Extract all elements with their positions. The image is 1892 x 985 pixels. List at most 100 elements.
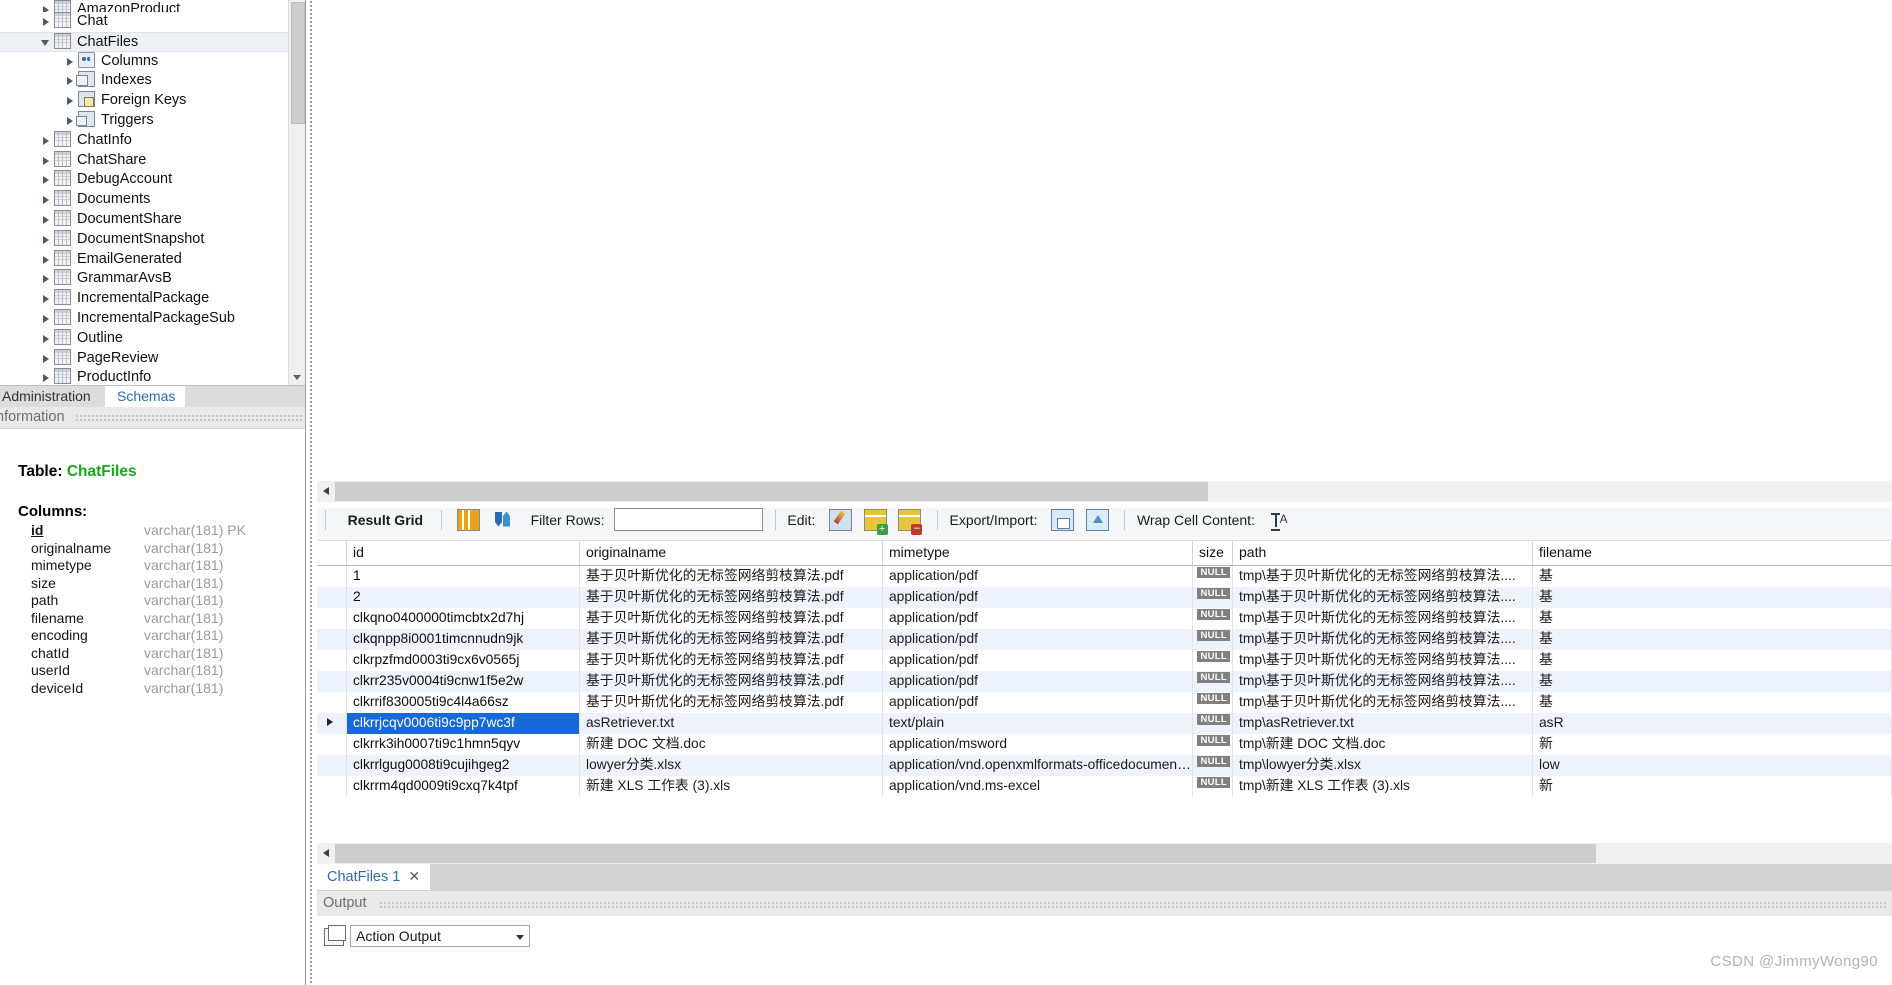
filter-rows-input[interactable] <box>614 508 764 531</box>
chevron-right-icon[interactable] <box>64 91 78 110</box>
cell-mimetype[interactable]: application/pdf <box>883 608 1193 629</box>
table-row[interactable]: clkrr235v0004ti9cnw1f5e2w 基于贝叶斯优化的无标签网络剪枝… <box>317 671 1892 692</box>
tree-item-columns[interactable]: Columns <box>0 51 305 72</box>
chevron-right-icon[interactable] <box>40 309 54 328</box>
cell-id[interactable]: clkqnpp8i0001timcnnudn9jk <box>347 629 580 650</box>
cell-originalname[interactable]: 新建 XLS 工作表 (3).xls <box>580 776 883 797</box>
tree-item-chatshare[interactable]: ChatShare <box>0 150 305 171</box>
row-marker-cell[interactable] <box>317 587 347 608</box>
cell-mimetype[interactable]: application/vnd.ms-excel <box>883 776 1193 797</box>
cell-id[interactable]: clkrr235v0004ti9cnw1f5e2w <box>347 671 580 692</box>
tree-vertical-scrollbar[interactable] <box>288 0 305 385</box>
cell-size[interactable]: NULL <box>1193 776 1233 797</box>
table-row[interactable]: 2 基于贝叶斯优化的无标签网络剪枝算法.pdf application/pdf NUL… <box>317 587 1892 608</box>
chevron-right-icon[interactable] <box>40 329 54 348</box>
delete-row-icon[interactable] <box>898 508 923 535</box>
tree-item-outline[interactable]: Outline <box>0 328 305 349</box>
table-row[interactable]: clkrrk3ih0007ti9c1hmn5qyv 新建 DOC 文档.doc ap… <box>317 734 1892 755</box>
cell-mimetype[interactable]: application/vnd.openxmlformats-officedoc… <box>883 755 1193 776</box>
tree-item-documentshare[interactable]: DocumentShare <box>0 209 305 230</box>
grid-horizontal-scrollbar[interactable] <box>317 843 1892 864</box>
tree-item-emailgenerated[interactable]: EmailGenerated <box>0 249 305 270</box>
table-row[interactable]: clkqnpp8i0001timcnnudn9jk 基于贝叶斯优化的无标签网络剪枝… <box>317 629 1892 650</box>
cell-filename[interactable]: 基 <box>1533 671 1892 692</box>
row-marker-cell[interactable] <box>317 755 347 776</box>
chevron-right-icon[interactable] <box>40 131 54 150</box>
chevron-right-icon[interactable] <box>40 368 54 385</box>
cell-originalname[interactable]: 基于贝叶斯优化的无标签网络剪枝算法.pdf <box>580 587 883 608</box>
cell-originalname[interactable]: 基于贝叶斯优化的无标签网络剪枝算法.pdf <box>580 671 883 692</box>
row-marker-cell[interactable] <box>317 671 347 692</box>
row-marker-cell[interactable] <box>317 650 347 671</box>
chevron-right-icon[interactable] <box>40 170 54 189</box>
cell-mimetype[interactable]: application/pdf <box>883 566 1193 587</box>
cell-id[interactable]: 1 <box>347 566 580 587</box>
cell-filename[interactable]: 基 <box>1533 650 1892 671</box>
refresh-icon[interactable] <box>492 510 513 530</box>
table-row[interactable]: clkrrlgug0008ti9cujihgeg2 lowyer分类.xlsx ap… <box>317 755 1892 776</box>
cell-size[interactable]: NULL <box>1193 629 1233 650</box>
cell-filename[interactable]: asR <box>1533 713 1892 734</box>
cell-path[interactable]: tmp\lowyer分类.xlsx <box>1233 755 1533 776</box>
column-header-size[interactable]: size <box>1193 541 1233 565</box>
close-icon[interactable]: ✕ <box>408 868 420 884</box>
chevron-right-icon[interactable] <box>40 230 54 249</box>
cell-id[interactable]: clkrrm4qd0009ti9cxq7k4tpf <box>347 776 580 797</box>
table-row[interactable]: 1 基于贝叶斯优化的无标签网络剪枝算法.pdf application/pdf NUL… <box>317 566 1892 587</box>
chevron-right-icon[interactable] <box>40 289 54 308</box>
cell-originalname[interactable]: 基于贝叶斯优化的无标签网络剪枝算法.pdf <box>580 566 883 587</box>
grid-scroll-left-arrow[interactable] <box>317 843 334 864</box>
row-marker-cell[interactable] <box>317 692 347 713</box>
row-marker-cell[interactable] <box>317 566 347 587</box>
cell-id[interactable]: clkrrif830005ti9c4l4a66sz <box>347 692 580 713</box>
cell-originalname[interactable]: 基于贝叶斯优化的无标签网络剪枝算法.pdf <box>580 629 883 650</box>
cell-filename[interactable]: 基 <box>1533 608 1892 629</box>
chevron-right-icon[interactable] <box>40 0 54 12</box>
column-header-id[interactable]: id <box>347 541 580 565</box>
column-header-originalname[interactable]: originalname <box>580 541 883 565</box>
chevron-right-icon[interactable] <box>40 210 54 229</box>
cell-size[interactable]: NULL <box>1193 671 1233 692</box>
import-recordset-icon[interactable] <box>1085 508 1109 531</box>
grid-body[interactable]: 1 基于贝叶斯优化的无标签网络剪枝算法.pdf application/pdf NUL… <box>317 566 1892 797</box>
row-marker-cell[interactable] <box>317 608 347 629</box>
grid-scrollbar-thumb[interactable] <box>335 844 1596 863</box>
cell-path[interactable]: tmp\asRetriever.txt <box>1233 713 1533 734</box>
cell-id[interactable]: clkrrlgug0008ti9cujihgeg2 <box>347 755 580 776</box>
cell-id[interactable]: clkrrjcqv0006ti9c9pp7wc3f <box>347 713 580 734</box>
cell-size[interactable]: NULL <box>1193 692 1233 713</box>
column-header-path[interactable]: path <box>1233 541 1533 565</box>
chevron-right-icon[interactable] <box>64 52 78 71</box>
cell-id[interactable]: 2 <box>347 587 580 608</box>
output-pane-icon[interactable] <box>324 925 346 946</box>
grid-layout-icon[interactable] <box>457 508 481 531</box>
tree-item-chatfiles[interactable]: ChatFiles <box>0 31 305 52</box>
cell-id[interactable]: clkrpzfmd0003ti9cx6v0565j <box>347 650 580 671</box>
cell-filename[interactable]: 基 <box>1533 629 1892 650</box>
cell-filename[interactable]: 新 <box>1533 776 1892 797</box>
chevron-right-icon[interactable] <box>40 190 54 209</box>
cell-originalname[interactable]: asRetriever.txt <box>580 713 883 734</box>
chevron-right-icon[interactable] <box>40 269 54 288</box>
chevron-right-icon[interactable] <box>40 151 54 170</box>
insert-row-icon[interactable] <box>863 508 888 535</box>
cell-path[interactable]: tmp\基于贝叶斯优化的无标签网络剪枝算法.... <box>1233 629 1533 650</box>
cell-mimetype[interactable]: application/pdf <box>883 587 1193 608</box>
row-marker-cell[interactable] <box>317 629 347 650</box>
cell-path[interactable]: tmp\基于贝叶斯优化的无标签网络剪枝算法.... <box>1233 671 1533 692</box>
cell-filename[interactable]: 基 <box>1533 566 1892 587</box>
cell-filename[interactable]: low <box>1533 755 1892 776</box>
tree-item-incrementalpackagesub[interactable]: IncrementalPackageSub <box>0 308 305 329</box>
result-tab[interactable]: ChatFiles 1 ✕ <box>317 864 431 890</box>
table-row[interactable]: clkrpzfmd0003ti9cx6v0565j 基于贝叶斯优化的无标签网络剪枝… <box>317 650 1892 671</box>
tree-item-triggers[interactable]: Triggers <box>0 110 305 131</box>
cell-path[interactable]: tmp\基于贝叶斯优化的无标签网络剪枝算法.... <box>1233 650 1533 671</box>
cell-size[interactable]: NULL <box>1193 587 1233 608</box>
table-row[interactable]: clkqno0400000timcbtx2d7hj 基于贝叶斯优化的无标签网络剪枝… <box>317 608 1892 629</box>
cell-size[interactable]: NULL <box>1193 755 1233 776</box>
table-row[interactable]: clkrrif830005ti9c4l4a66sz 基于贝叶斯优化的无标签网络剪枝… <box>317 692 1892 713</box>
row-marker-cell[interactable] <box>317 776 347 797</box>
scroll-left-arrow[interactable] <box>317 481 334 502</box>
cell-originalname[interactable]: 新建 DOC 文档.doc <box>580 734 883 755</box>
result-data-grid[interactable]: id originalname mimetype size path filename 1… <box>317 541 1892 843</box>
